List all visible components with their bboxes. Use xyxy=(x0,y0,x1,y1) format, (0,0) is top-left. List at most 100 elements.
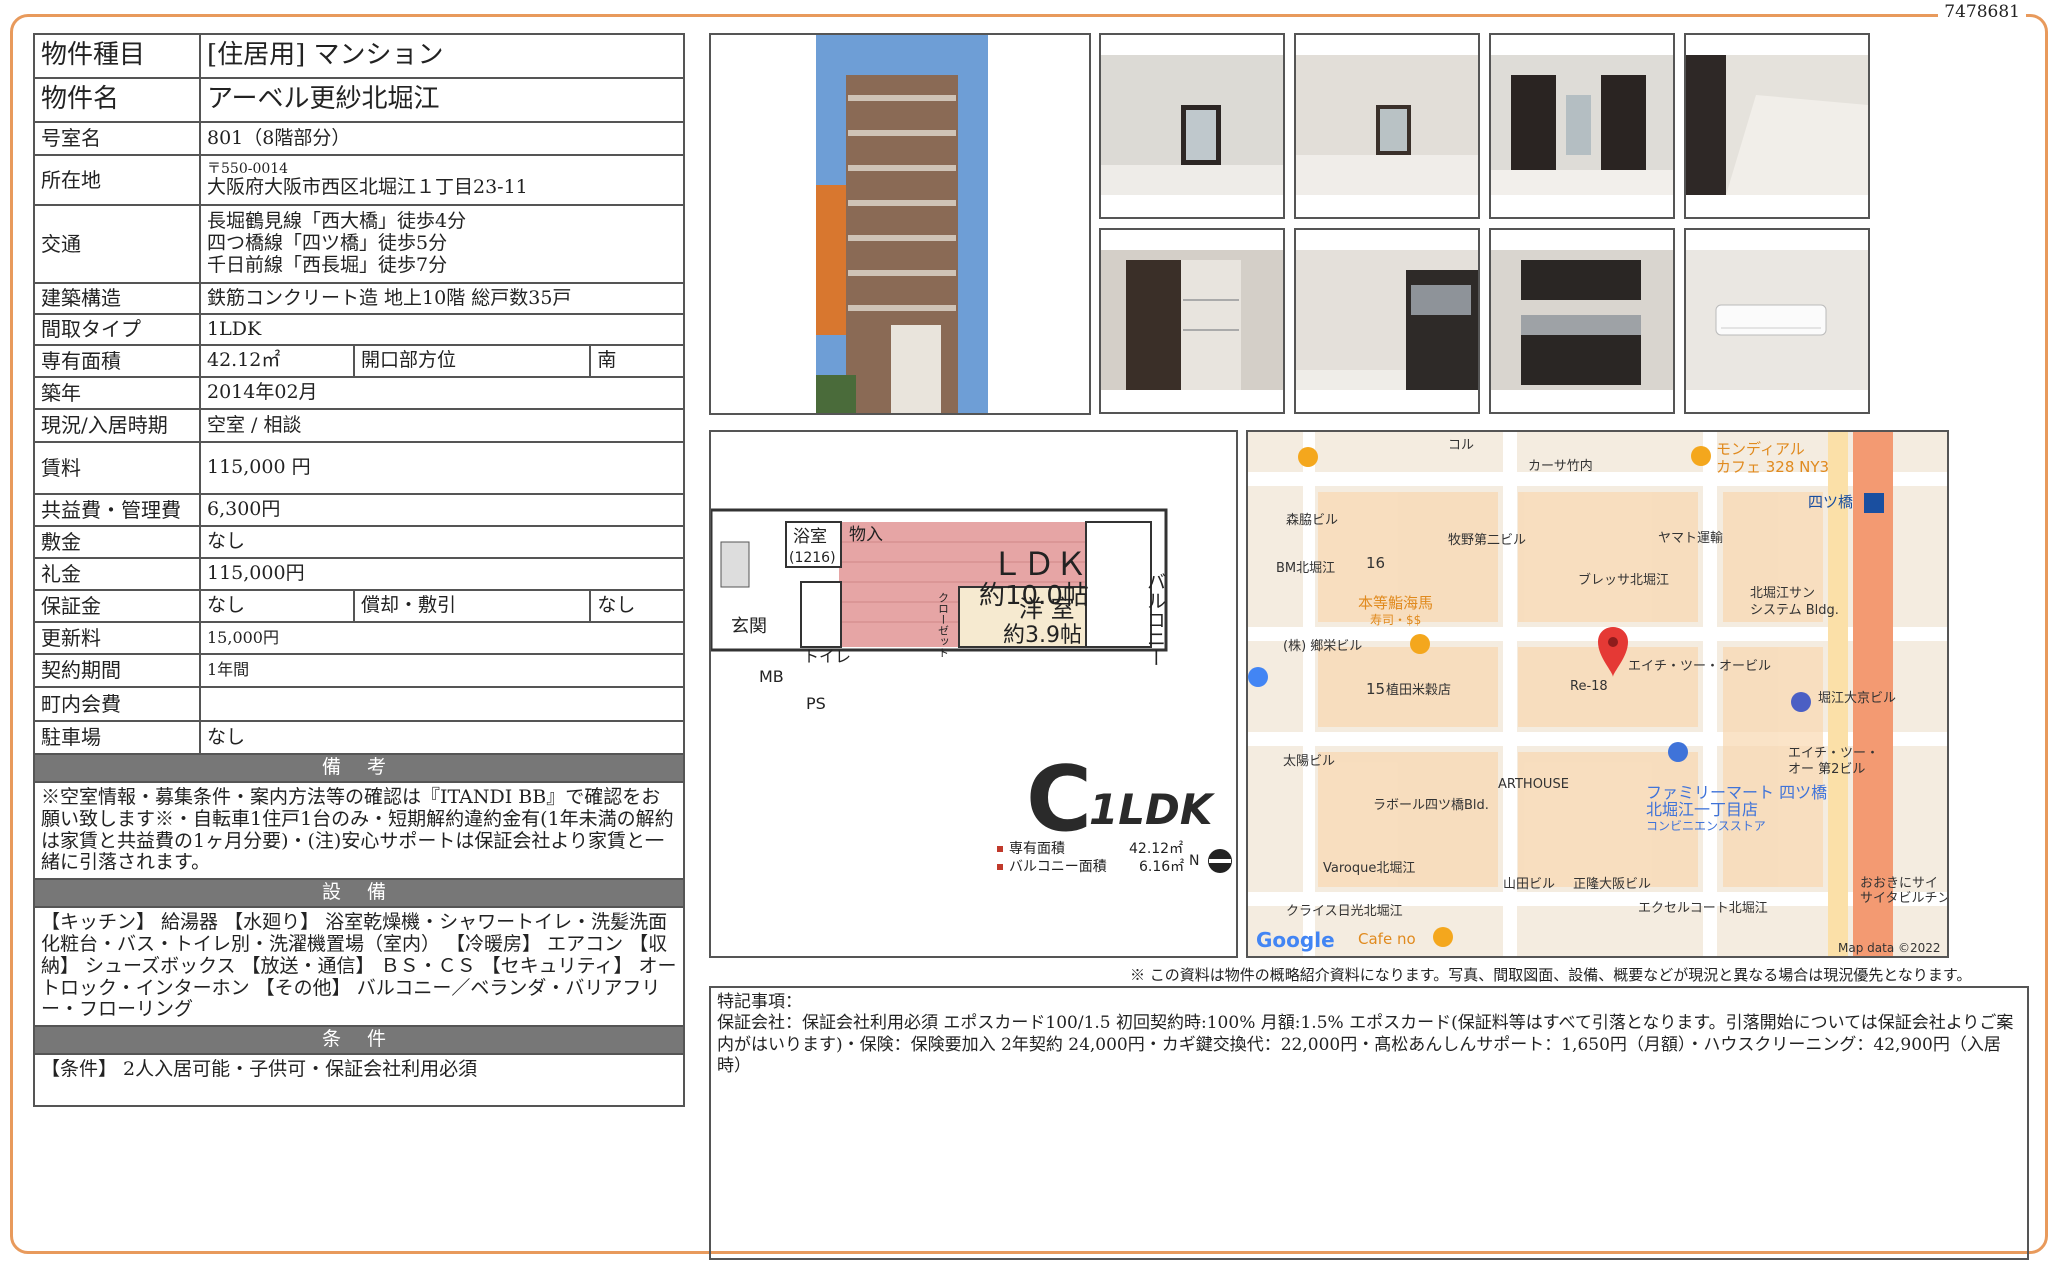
conditions-body: 【条件】 2人入居可能・子供可・保証会社利用必須 xyxy=(33,1053,685,1108)
western-room-label: 洋 室 xyxy=(1019,595,1075,623)
layout-label: 間取タイプ xyxy=(33,313,201,346)
map-attribution: Map data ©2022 xyxy=(1838,941,1941,955)
map-label: ブレッサ北堀江 xyxy=(1578,572,1669,588)
remarks-header: 備 考 xyxy=(33,753,685,783)
type-label: 物件種目 xyxy=(33,33,201,79)
disclaimer-note: ※ この資料は物件の概略紹介資料になります。写真、間取図面、設備、概要などが現況… xyxy=(1130,966,1972,984)
deposit-label: 敷金 xyxy=(33,525,201,559)
plan-type-letter: C xyxy=(1026,747,1092,852)
direction-value: 南 xyxy=(589,344,685,378)
map-label: 植田米穀店 xyxy=(1386,683,1451,698)
interior-photo-4 xyxy=(1684,33,1870,219)
map-label: 森脇ビル xyxy=(1286,513,1338,528)
map-label: 北堀江一丁目店 xyxy=(1646,800,1758,819)
facilities-body: 【キッチン】 給湯器 【水廻り】 浴室乾燥機・シャワートイレ・洗髪洗面化粧台・バ… xyxy=(33,906,685,1028)
map-label: Cafe no xyxy=(1358,930,1416,948)
rent-value: 115,000 円 xyxy=(199,441,685,495)
key-money-value: 115,000円 xyxy=(199,557,685,591)
map-label: エイチ・ツー・オービル xyxy=(1628,659,1771,674)
special-notes-body: 保証会社：保証会社利用必須 エポスカード100/1.5 初回契約時:100% 月… xyxy=(717,1013,2014,1076)
interior-photo-2 xyxy=(1294,33,1480,219)
western-room-size: 約3.9帖 xyxy=(1003,623,1082,648)
deposit-value: なし xyxy=(199,525,685,559)
map-label: Varoque北堀江 xyxy=(1323,861,1415,876)
map-label: 寿司・$$ xyxy=(1370,613,1421,627)
address-value: 大阪府大阪市西区北堀江１丁目23-11 xyxy=(207,176,528,199)
convenience-store-icon xyxy=(1668,742,1688,762)
map-label: 北堀江サン xyxy=(1750,586,1815,601)
remarks-body: ※空室情報・募集条件・案内方法等の確認は『ITANDI BB』で確認をお願い致し… xyxy=(33,780,685,881)
map-label: 本等鮨海馬 xyxy=(1358,594,1433,612)
facilities-header: 設 備 xyxy=(33,878,685,909)
association-value xyxy=(199,686,685,722)
restaurant-icon xyxy=(1298,447,1318,467)
balcony-label: バルコニー xyxy=(1144,572,1166,667)
status-value: 空室 / 相談 xyxy=(199,408,685,443)
map-label: 山田ビル xyxy=(1503,877,1555,892)
map-drawing: コル カーサ竹内 モンディアル カフェ 328 NY3 四ツ橋 森脇ビル 牧野第… xyxy=(1248,432,1947,956)
plan-balcony-value: 6.16㎡ xyxy=(1139,859,1184,875)
interior-photo-6 xyxy=(1294,228,1480,414)
contract-value: 1年間 xyxy=(199,653,685,688)
renewal-label: 更新料 xyxy=(33,621,201,655)
special-notes-title: 特記事項： xyxy=(717,992,802,1012)
room-value: 801（8階部分） xyxy=(199,121,685,156)
ldk-label: ＬＤＫ xyxy=(991,545,1087,583)
interior-photo-8 xyxy=(1684,228,1870,414)
cafe-icon xyxy=(1691,446,1711,466)
direction-label: 開口部方位 xyxy=(352,344,592,378)
plan-area-label: 専有面積 xyxy=(1009,841,1065,857)
map-label: モンディアル xyxy=(1716,440,1805,458)
map-label: クライス日光北堀江 xyxy=(1286,904,1403,919)
transport-line: 四つ橋線「四ツ橋」徒歩5分 xyxy=(207,232,448,255)
map-label: 四ツ橋 xyxy=(1808,493,1853,511)
contract-label: 契約期間 xyxy=(33,653,201,688)
key-money-label: 礼金 xyxy=(33,557,201,591)
map-label: (株) 鄉栄ビル xyxy=(1283,638,1362,654)
map-label: カーサ竹内 xyxy=(1528,458,1593,474)
built-value: 2014年02月 xyxy=(199,376,685,410)
built-label: 築年 xyxy=(33,376,201,410)
map-label: 正隆大阪ビル xyxy=(1573,877,1651,892)
map-label: カフェ 328 NY3 xyxy=(1716,458,1829,476)
rent-label: 賃料 xyxy=(33,441,201,495)
transport-line: 千日前線「西長堀」徒歩7分 xyxy=(207,253,448,276)
map-label: 堀江大京ビル xyxy=(1818,691,1896,706)
place-icon xyxy=(1791,692,1811,712)
parking-label: 駐車場 xyxy=(33,720,201,755)
transport-cell: 長堀鶴見線「西大橋」徒歩4分 四つ橋線「四ツ橋」徒歩5分 千日前線「西長堀」徒歩7分 xyxy=(199,204,685,284)
transport-line: 長堀鶴見線「西大橋」徒歩4分 xyxy=(207,210,467,233)
special-notes: 特記事項： 保証会社：保証会社利用必須 エポスカード100/1.5 初回契約時:… xyxy=(709,986,2029,1260)
postal-code: 〒550-0014 xyxy=(207,161,289,178)
google-logo: Google xyxy=(1256,928,1335,952)
bath-label: 浴室 xyxy=(793,527,827,547)
address-label: 所在地 xyxy=(33,154,201,206)
room-label: 号室名 xyxy=(33,121,201,156)
address-cell: 〒550-0014 大阪府大阪市西区北堀江１丁目23-11 xyxy=(199,154,685,206)
map-label: オー 第2ビル xyxy=(1788,762,1865,777)
map-label: コンビニエンスストア xyxy=(1646,819,1766,833)
location-map[interactable]: コル カーサ竹内 モンディアル カフェ 328 NY3 四ツ橋 森脇ビル 牧野第… xyxy=(1246,430,1949,958)
building-photo-frame xyxy=(709,33,1091,415)
map-label: BM北堀江 xyxy=(1276,561,1335,576)
mb-label: MB xyxy=(759,667,784,686)
guarantee-value: なし xyxy=(199,589,355,623)
map-label: 15 xyxy=(1366,680,1385,698)
document-id: 7478681 xyxy=(1938,2,2026,22)
name-label: 物件名 xyxy=(33,77,201,123)
map-label: エイチ・ツー・ xyxy=(1788,746,1879,761)
layout-value: 1LDK xyxy=(199,313,685,346)
type-value: [住居用] マンション xyxy=(199,33,685,79)
floor-plan-drawing: ＬＤＫ 約10.0帖 洋 室 約3.9帖 バルコニー 浴室 (1216) 物入 … xyxy=(709,508,1232,875)
amortization-value: なし xyxy=(589,589,685,623)
storage-label: 物入 xyxy=(849,525,883,545)
fee-value: 6,300円 xyxy=(199,493,685,527)
map-label: ARTHOUSE xyxy=(1498,777,1569,792)
plan-area-value: 42.12㎡ xyxy=(1129,841,1183,857)
ps-label: PS xyxy=(806,694,826,713)
conditions-header: 条 件 xyxy=(33,1025,685,1056)
plan-type-name: 1LDK xyxy=(1089,785,1216,834)
area-value: 42.12㎡ xyxy=(199,344,355,378)
bath-size: (1216) xyxy=(789,550,836,566)
interior-photo-1 xyxy=(1099,33,1285,219)
